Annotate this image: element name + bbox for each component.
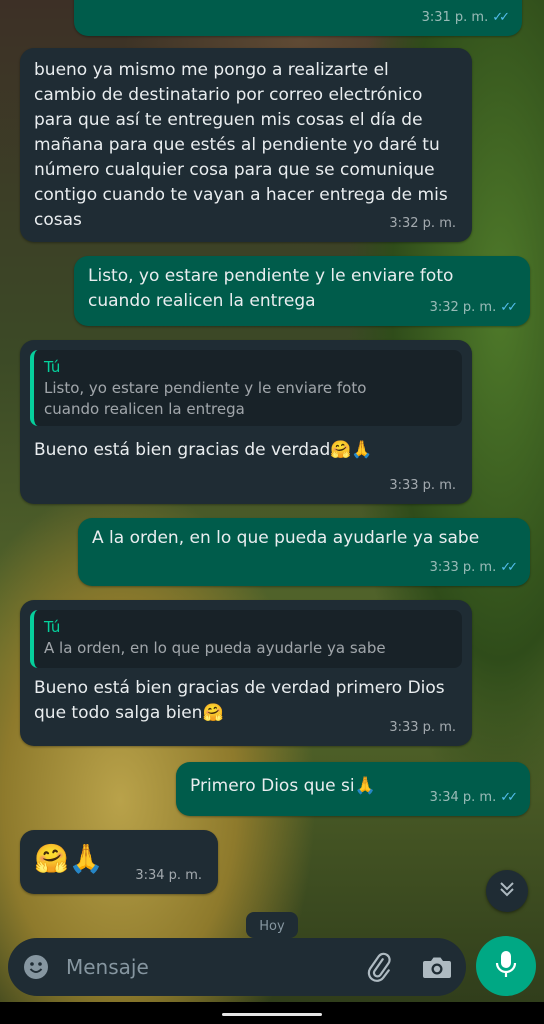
message-incoming-reply[interactable]: Tú A la orden, en lo que pueda ayudarle … [20,600,472,746]
message-meta: 3:33 p. m. [389,715,456,740]
message-text: Bueno está bien gracias de verdad🤗🙏 [34,440,373,460]
date-chip: Hoy [246,912,298,938]
message-meta: 3:34 p. m. ✓✓ [429,785,518,810]
message-time: 3:32 p. m. [429,300,497,315]
message-time: 3:33 p. m. [389,478,456,493]
read-ticks-icon: ✓✓ [500,790,518,805]
message-outgoing[interactable]: Listo, yo estare pendiente y le enviare … [74,256,530,326]
quoted-message[interactable]: Tú Listo, yo estare pendiente y le envia… [30,350,462,426]
quote-text: A la orden, en lo que pueda ayudarle ya … [44,639,386,657]
message-meta: 3:34 p. m. [135,863,202,888]
emoji-icon[interactable] [22,953,50,985]
read-ticks-icon: ✓✓ [500,560,518,575]
message-time: 3:33 p. m. [429,560,497,575]
quoted-message[interactable]: Tú A la orden, en lo que pueda ayudarle … [30,610,462,668]
read-ticks-icon: ✓✓ [500,300,518,315]
message-time: 3:34 p. m. [135,868,202,883]
message-incoming-reply[interactable]: Tú Listo, yo estare pendiente y le envia… [20,340,472,504]
message-time: 3:33 p. m. [389,720,456,735]
message-text: bueno ya mismo me pongo a realizarte el … [34,60,448,230]
home-gesture-handle[interactable] [222,1013,322,1016]
scroll-to-bottom-button[interactable] [486,870,528,912]
message-outgoing[interactable]: A la orden, en lo que pueda ayudarle ya … [78,518,530,586]
chevron-double-down-icon [497,879,517,903]
voice-message-button[interactable] [476,936,536,996]
mic-icon [493,949,519,983]
paperclip-icon[interactable] [364,952,394,986]
message-meta: 3:32 p. m. [389,211,456,236]
message-meta: 3:33 p. m. ✓✓ [429,555,518,580]
message-composer [8,938,466,996]
message-incoming[interactable]: 🤗🙏 3:34 p. m. [20,830,218,894]
read-ticks-icon: ✓✓ [492,10,510,25]
quote-author: Tú [44,618,61,636]
message-time: 3:31 p. m. [421,10,489,25]
camera-icon[interactable] [422,953,452,985]
message-outgoing[interactable]: Primero Dios que si🙏 3:34 p. m. ✓✓ [176,762,530,816]
quote-text: Listo, yo estare pendiente y le enviare … [44,379,367,418]
quote-author: Tú [44,358,61,376]
message-meta: 3:32 p. m. ✓✓ [429,295,518,320]
message-time: 3:34 p. m. [429,790,497,805]
message-incoming[interactable]: bueno ya mismo me pongo a realizarte el … [20,48,472,242]
message-time: 3:32 p. m. [389,216,456,231]
message-meta: 3:31 p. m. ✓✓ [421,5,510,30]
message-input[interactable] [64,954,348,980]
message-meta: 3:33 p. m. [389,473,456,498]
message-text: A la orden, en lo que pueda ayudarle ya … [92,528,480,548]
message-outgoing[interactable]: 3:31 p. m. ✓✓ [74,0,522,36]
